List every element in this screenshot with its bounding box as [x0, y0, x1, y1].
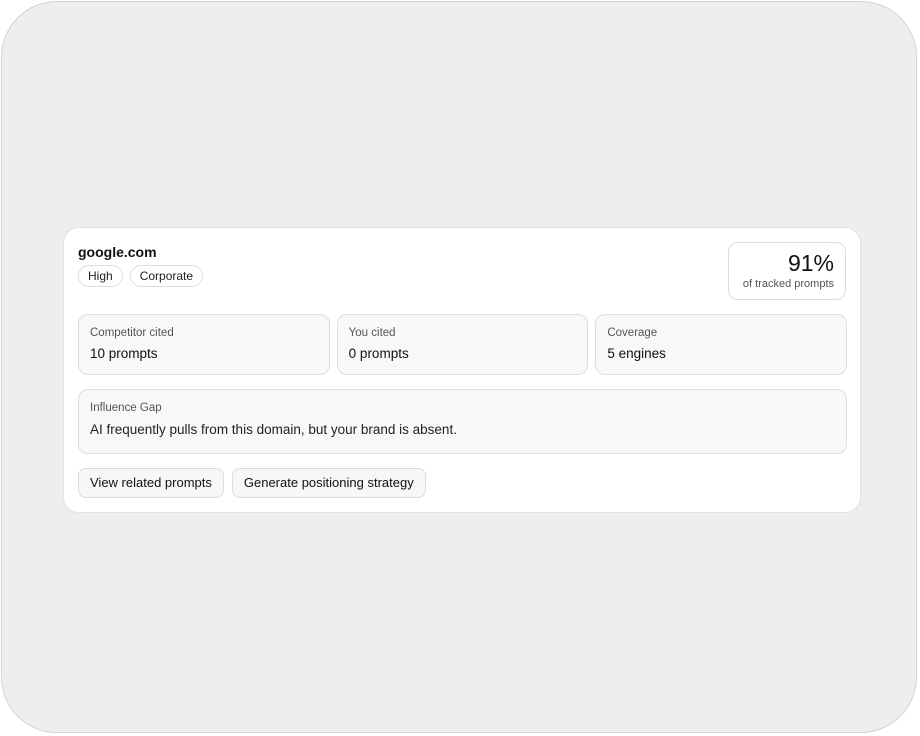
stat-competitor-cited: Competitor cited 10 prompts — [78, 314, 330, 375]
view-related-prompts-button[interactable]: View related prompts — [78, 468, 224, 498]
competitor-card: google.com High Corporate 91% of tracked… — [63, 227, 861, 513]
action-row: View related prompts Generate positionin… — [78, 468, 426, 498]
share-score-caption: of tracked prompts — [742, 278, 834, 290]
stat-label: Competitor cited — [90, 327, 174, 339]
stat-coverage: Coverage 5 engines — [595, 314, 848, 375]
window-frame: google.com High Corporate 91% of tracked… — [1, 1, 917, 733]
stat-label: Coverage — [607, 327, 658, 339]
share-score-box: 91% of tracked prompts — [728, 242, 846, 300]
stats-row: Competitor cited 10 prompts You cited 0 … — [78, 314, 848, 375]
tag-list: High Corporate — [78, 265, 204, 287]
domain-title: google.com — [78, 244, 157, 260]
priority-tag: High — [78, 265, 123, 287]
stat-value: 0 prompts — [348, 346, 409, 361]
stat-value: 10 prompts — [90, 346, 158, 361]
stat-value: 5 engines — [607, 346, 666, 361]
influence-gap-box: Influence Gap AI frequently pulls from t… — [78, 389, 847, 454]
generate-strategy-button[interactable]: Generate positioning strategy — [231, 468, 426, 498]
share-score-value: 91% — [787, 250, 834, 276]
category-tag: Corporate — [129, 265, 204, 287]
stat-label: You cited — [348, 327, 396, 339]
influence-gap-title: Influence Gap — [90, 402, 162, 414]
influence-gap-text: AI frequently pulls from this domain, bu… — [90, 422, 457, 437]
stat-you-cited: You cited 0 prompts — [336, 314, 589, 375]
